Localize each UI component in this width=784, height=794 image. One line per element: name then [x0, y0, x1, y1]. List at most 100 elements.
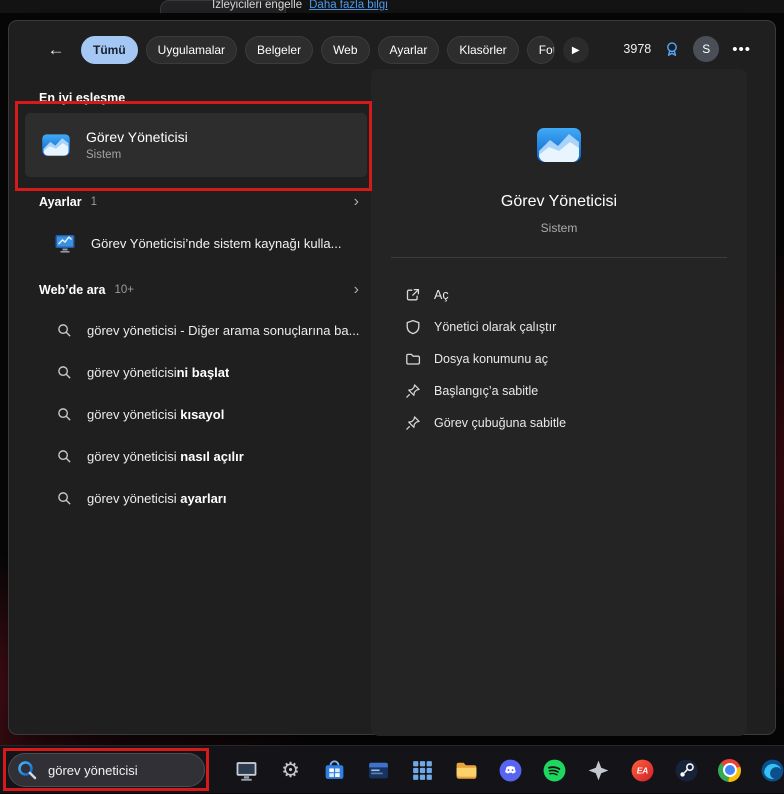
suggestion-rest: ayarları	[176, 490, 227, 506]
detail-title: Görev Yöneticisi	[500, 193, 618, 210]
suggestion-typed: görev yöneticisi	[87, 322, 177, 338]
tab-apps[interactable]: Uygulamalar	[145, 36, 238, 64]
discord-icon[interactable]	[498, 758, 523, 783]
tabs-scroll-right-button[interactable]: ▶	[562, 37, 589, 63]
action-run-as-admin-label: Yönetici olarak çalıştır	[434, 320, 557, 334]
user-avatar[interactable]: S	[693, 36, 720, 62]
search-icon	[58, 491, 71, 505]
suggestion-typed: görev yöneticisi	[87, 364, 177, 380]
apps-grid-icon[interactable]	[410, 758, 435, 783]
web-suggestion-2[interactable]: görev yöneticisini başlat	[25, 351, 369, 393]
steam-icon[interactable]	[674, 758, 699, 783]
suggestion-rest: kısayol	[176, 406, 225, 422]
tab-folders[interactable]: Klasörler	[447, 36, 519, 64]
best-match-subtitle: Sistem	[86, 149, 122, 161]
suggestion-text: görev yöneticisi ayarları	[87, 491, 226, 506]
web-suggestion-4[interactable]: görev yöneticisi nasıl açılır	[25, 435, 369, 477]
web-suggestion-3[interactable]: görev yöneticisi kısayol	[25, 393, 369, 435]
suggestion-typed: görev yöneticisi	[87, 406, 177, 422]
back-button[interactable]: ←	[43, 37, 69, 63]
suggestion-typed: görev yöneticisi	[87, 448, 177, 464]
chevron-right-icon: ›	[353, 281, 359, 298]
best-match-heading: En iyi eşleşme	[39, 91, 126, 105]
search-flyout: ← Tümü Uygulamalar Belgeler Web Ayarlar …	[8, 20, 776, 736]
chevron-right-icon: ›	[353, 193, 359, 210]
settings-gear-icon[interactable]: ⚙	[278, 758, 303, 783]
store-icon[interactable]	[322, 758, 347, 783]
action-open[interactable]: Aç	[371, 279, 747, 311]
edge-icon[interactable]	[760, 758, 784, 783]
best-match-title: Görev Yöneticisi	[86, 129, 188, 145]
web-suggestion-1[interactable]: görev yöneticisi - Diğer arama sonuçları…	[25, 309, 369, 351]
suggestion-text: görev yöneticisini başlat	[87, 365, 229, 380]
section-settings-count: 1	[90, 196, 98, 208]
action-open-file-location[interactable]: Dosya konumunu aç	[371, 343, 747, 375]
suggestion-text: görev yöneticisi nasıl açılır	[87, 449, 244, 464]
suggestion-rest: nasıl açılır	[176, 448, 244, 464]
chrome-icon[interactable]	[718, 758, 741, 782]
open-icon	[406, 288, 420, 301]
pin-icon	[406, 416, 420, 430]
shield-icon	[406, 319, 420, 335]
web-suggestion-5[interactable]: görev yöneticisi ayarları	[25, 477, 369, 519]
window-app-icon[interactable]	[366, 758, 391, 783]
tab-documents[interactable]: Belgeler	[245, 36, 314, 64]
ea-logo-text: EA	[637, 765, 649, 775]
more-options-button[interactable]: •••	[732, 41, 751, 58]
back-arrow-icon: ←	[47, 40, 65, 59]
tracker-block-text: İzleyicileri engelle Daha fazla bilgi	[212, 0, 388, 12]
section-web-count: 10+	[114, 284, 134, 296]
section-web-header[interactable]: Web’de ara 10+ ›	[39, 281, 359, 298]
suggestion-text: görev yöneticisi kısayol	[87, 407, 224, 422]
settings-result-item[interactable]: Görev Yöneticisi’nde sistem kaynağı kull…	[25, 221, 369, 265]
action-pin-to-taskbar-label: Görev çubuğuna sabitle	[434, 416, 567, 430]
folder-icon	[406, 353, 421, 365]
search-filter-tabs: Tümü Uygulamalar Belgeler Web Ayarlar Kl…	[81, 36, 589, 64]
action-open-label: Aç	[434, 288, 449, 302]
best-match-text: Görev Yöneticisi Sistem	[86, 129, 188, 161]
action-open-file-location-label: Dosya konumunu aç	[434, 352, 548, 366]
search-icon	[58, 449, 71, 463]
rewards-icon[interactable]	[664, 41, 680, 57]
tracker-block-link[interactable]: Daha fazla bilgi	[309, 0, 388, 11]
search-icon	[58, 323, 71, 337]
task-manager-icon	[42, 134, 70, 156]
taskbar: ⚙ EA	[0, 745, 784, 793]
tab-photos[interactable]: Fotoğraflar	[526, 36, 555, 64]
suggestion-typed: görev yöneticisi	[87, 490, 177, 506]
action-pin-to-start[interactable]: Başlangıç’a sabitle	[371, 375, 747, 407]
rewards-points: 3978	[623, 42, 652, 56]
action-run-as-admin[interactable]: Yönetici olarak çalıştır	[371, 311, 747, 343]
system-monitor-icon	[55, 235, 75, 253]
search-icon	[58, 407, 71, 421]
pc-icon[interactable]	[234, 758, 259, 783]
taskbar-search-box[interactable]	[8, 753, 205, 787]
result-detail-pane: Görev Yöneticisi Sistem Aç Yönetici olar…	[371, 69, 747, 736]
best-match-result[interactable]: Görev Yöneticisi Sistem	[25, 113, 367, 177]
tab-web[interactable]: Web	[321, 36, 370, 64]
task-manager-icon-large	[535, 121, 583, 169]
search-icon	[58, 365, 71, 379]
windows-search-icon	[18, 761, 37, 780]
suggestion-rest: - Diğer arama sonuçlarına ba...	[176, 322, 360, 338]
spotify-icon[interactable]	[542, 758, 567, 783]
play-icon: ▶	[571, 44, 580, 56]
taskbar-search-input[interactable]	[46, 761, 198, 779]
tab-settings[interactable]: Ayarlar	[377, 36, 440, 64]
header-right-cluster: 3978 S •••	[623, 36, 751, 62]
action-pin-to-taskbar[interactable]: Görev çubuğuna sabitle	[371, 407, 747, 439]
settings-result-label: Görev Yöneticisi’nde sistem kaynağı kull…	[91, 235, 342, 251]
section-settings-title: Ayarlar	[39, 195, 82, 209]
chrome-icon-center	[722, 763, 737, 777]
game-launcher-icon[interactable]	[586, 758, 611, 783]
suggestion-rest: ni başlat	[176, 364, 230, 380]
file-explorer-icon[interactable]	[454, 758, 479, 783]
pin-icon	[406, 384, 420, 398]
section-web-title: Web’de ara	[39, 283, 106, 297]
action-pin-to-start-label: Başlangıç’a sabitle	[434, 384, 539, 398]
suggestion-text: görev yöneticisi - Diğer arama sonuçları…	[87, 323, 359, 338]
tab-all[interactable]: Tümü	[81, 36, 138, 64]
detail-divider	[391, 257, 727, 258]
ea-icon[interactable]: EA	[630, 758, 655, 783]
section-settings-header[interactable]: Ayarlar 1 ›	[39, 193, 359, 210]
